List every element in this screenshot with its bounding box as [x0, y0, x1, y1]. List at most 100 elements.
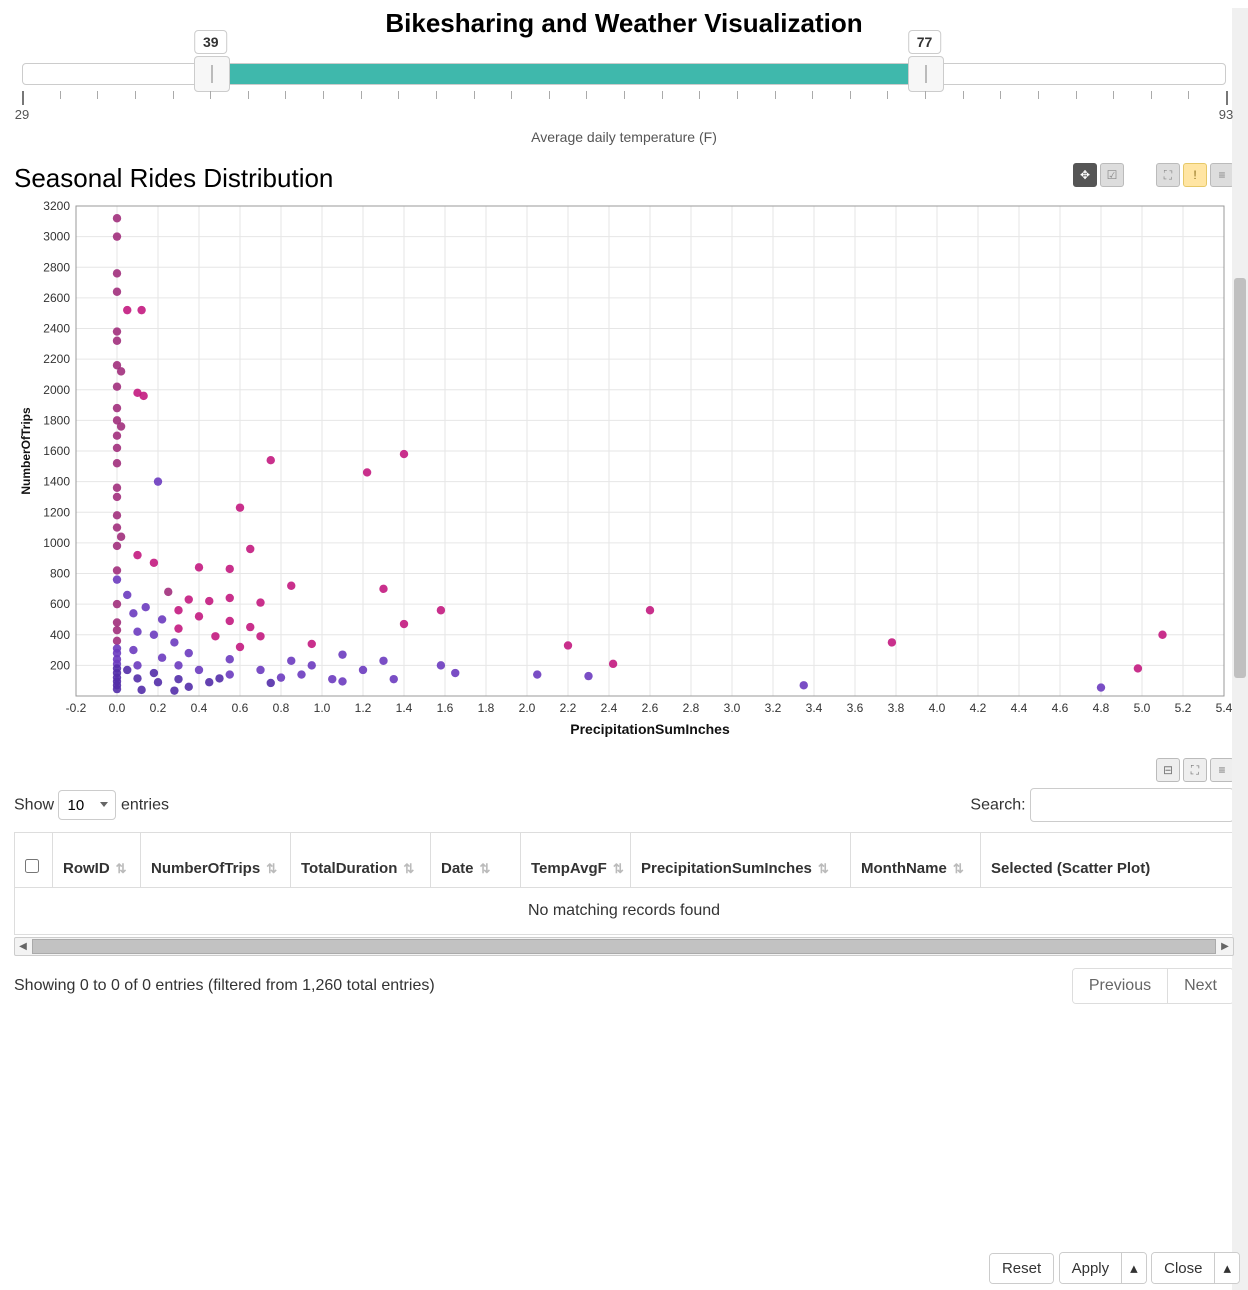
slider-high-value: 77 — [908, 30, 942, 54]
svg-text:4.8: 4.8 — [1093, 701, 1110, 715]
column-header[interactable]: MonthName⇅ — [851, 833, 981, 888]
svg-text:1800: 1800 — [43, 413, 70, 427]
svg-text:800: 800 — [50, 567, 70, 581]
svg-text:5.2: 5.2 — [1175, 701, 1192, 715]
svg-text:2000: 2000 — [43, 383, 70, 397]
svg-text:4.2: 4.2 — [970, 701, 987, 715]
next-button[interactable]: Next — [1167, 969, 1233, 1003]
column-header[interactable]: Date ⇅ — [431, 833, 521, 888]
column-header[interactable]: TempAvgF⇅ — [521, 833, 631, 888]
column-label: Selected (Scatter Plot) — [991, 860, 1150, 877]
move-icon[interactable]: ✥ — [1073, 163, 1097, 187]
svg-text:3.8: 3.8 — [888, 701, 905, 715]
column-header[interactable]: NumberOfTrips ⇅ — [141, 833, 291, 888]
menu-icon[interactable]: ≡ — [1210, 163, 1234, 187]
svg-text:1.6: 1.6 — [437, 701, 454, 715]
show-suffix: entries — [121, 797, 169, 814]
apply-button[interactable]: Apply — [1060, 1253, 1122, 1283]
chart-toolbar: ✥ ☑ ⛶ ! ≡ — [1073, 163, 1234, 187]
close-button[interactable]: Close — [1152, 1253, 1214, 1283]
svg-text:0.4: 0.4 — [191, 701, 208, 715]
scroll-left-icon[interactable]: ◀ — [15, 938, 31, 955]
previous-button[interactable]: Previous — [1073, 969, 1167, 1003]
svg-text:4.4: 4.4 — [1011, 701, 1028, 715]
column-header[interactable]: PrecipitationSumInches ⇅ — [631, 833, 851, 888]
table-pager: Previous Next — [1072, 968, 1234, 1004]
svg-text:1.4: 1.4 — [396, 701, 413, 715]
slider-handle-high[interactable] — [908, 56, 944, 92]
svg-text:3.4: 3.4 — [806, 701, 823, 715]
svg-text:3.6: 3.6 — [847, 701, 864, 715]
svg-text:0.8: 0.8 — [273, 701, 290, 715]
page-scrollbar[interactable] — [1232, 8, 1248, 1290]
svg-text:4.6: 4.6 — [1052, 701, 1069, 715]
select-icon[interactable]: ☑ — [1100, 163, 1124, 187]
svg-text:4.0: 4.0 — [929, 701, 946, 715]
svg-text:5.0: 5.0 — [1134, 701, 1151, 715]
sort-icon: ⇅ — [953, 861, 964, 877]
search-label: Search: — [970, 797, 1025, 814]
bottom-action-bar: Reset Apply ▴ Close ▴ — [981, 1246, 1248, 1290]
table-horizontal-scrollbar[interactable]: ◀ ▶ — [14, 937, 1234, 956]
search-control: Search: — [970, 788, 1234, 822]
svg-text:1200: 1200 — [43, 505, 70, 519]
data-table-block: ⊟ ⛶ ≡ Show 102550100 entries Search: — [14, 758, 1234, 1004]
svg-text:3.2: 3.2 — [765, 701, 782, 715]
svg-text:5.4: 5.4 — [1216, 701, 1233, 715]
svg-text:2.0: 2.0 — [519, 701, 536, 715]
svg-text:3000: 3000 — [43, 230, 70, 244]
scatter-chart[interactable]: -0.20.00.20.40.60.81.01.21.41.61.82.02.2… — [14, 200, 1234, 740]
sort-icon: ⇅ — [480, 861, 491, 877]
column-header[interactable]: Selected (Scatter Plot) — [981, 833, 1234, 888]
svg-text:2800: 2800 — [43, 260, 70, 274]
column-header[interactable]: TotalDuration ⇅ — [291, 833, 431, 888]
svg-text:2600: 2600 — [43, 291, 70, 305]
svg-text:600: 600 — [50, 597, 70, 611]
svg-text:2.4: 2.4 — [601, 701, 618, 715]
sort-icon: ⇅ — [403, 861, 414, 877]
apply-dropdown-icon[interactable]: ▴ — [1121, 1253, 1146, 1283]
reset-button[interactable]: Reset — [990, 1254, 1053, 1283]
fullscreen-icon[interactable]: ⛶ — [1156, 163, 1180, 187]
svg-text:2200: 2200 — [43, 352, 70, 366]
table-empty-message: No matching records found — [15, 888, 1234, 935]
minimize-icon[interactable]: ⊟ — [1156, 758, 1180, 782]
column-label: TotalDuration — [301, 860, 397, 877]
warning-icon[interactable]: ! — [1183, 163, 1207, 187]
svg-text:1400: 1400 — [43, 475, 70, 489]
svg-text:0.0: 0.0 — [109, 701, 126, 715]
column-label: PrecipitationSumInches — [641, 860, 812, 877]
select-all-checkbox[interactable] — [25, 859, 39, 873]
fullscreen-icon[interactable]: ⛶ — [1183, 758, 1207, 782]
slider-caption: Average daily temperature (F) — [22, 129, 1226, 145]
close-dropdown-icon[interactable]: ▴ — [1214, 1253, 1239, 1283]
svg-text:2.8: 2.8 — [683, 701, 700, 715]
temperature-range-slider[interactable]: 39 77 2993 Average daily temperature (F) — [22, 63, 1226, 145]
sort-icon: ⇅ — [818, 861, 829, 877]
slider-handle-low[interactable] — [194, 56, 230, 92]
menu-icon[interactable]: ≡ — [1210, 758, 1234, 782]
svg-text:1600: 1600 — [43, 444, 70, 458]
svg-text:0.6: 0.6 — [232, 701, 249, 715]
svg-text:2.6: 2.6 — [642, 701, 659, 715]
page-size-select[interactable]: 102550100 — [58, 790, 116, 820]
svg-text:1000: 1000 — [43, 536, 70, 550]
column-label: NumberOfTrips — [151, 860, 260, 877]
search-input[interactable] — [1030, 788, 1234, 822]
svg-text:3200: 3200 — [43, 200, 70, 213]
svg-text:3.0: 3.0 — [724, 701, 741, 715]
sort-icon: ⇅ — [266, 861, 277, 877]
svg-text:1.0: 1.0 — [314, 701, 331, 715]
slider-low-value: 39 — [194, 30, 228, 54]
svg-text:NumberOfTrips: NumberOfTrips — [19, 407, 33, 495]
show-prefix: Show — [14, 797, 54, 814]
slider-ticks: 2993 — [22, 91, 1226, 115]
sort-icon: ⇅ — [116, 861, 127, 877]
table-toolbar: ⊟ ⛶ ≡ — [14, 758, 1234, 782]
chart-title: Seasonal Rides Distribution — [14, 163, 333, 194]
table-status: Showing 0 to 0 of 0 entries (filtered fr… — [14, 977, 435, 995]
scroll-right-icon[interactable]: ▶ — [1217, 938, 1233, 955]
column-header[interactable]: RowID⇅ — [53, 833, 141, 888]
column-label: Date — [441, 860, 474, 877]
sort-icon: ⇅ — [613, 861, 624, 877]
